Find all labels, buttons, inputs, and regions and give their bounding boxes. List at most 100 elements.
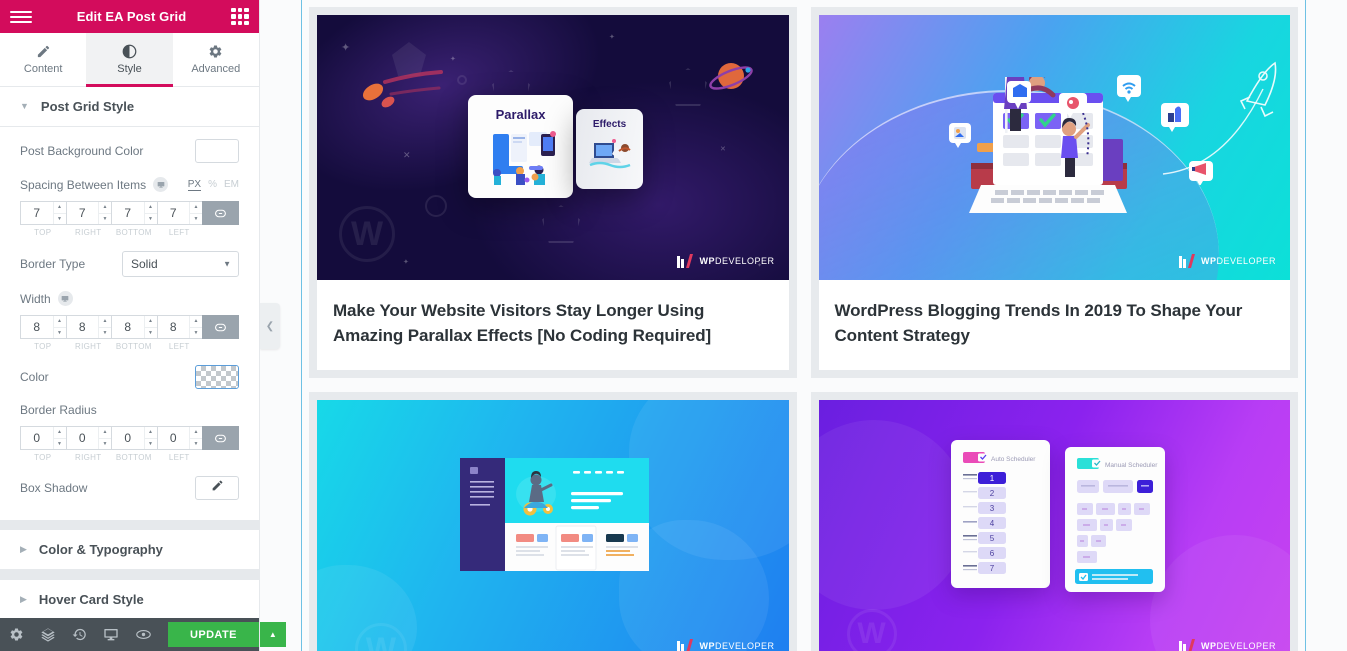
radius-bottom-stepper[interactable]: ▲ ▼ (143, 427, 157, 450)
tab-advanced[interactable]: Advanced (173, 33, 259, 86)
apps-grid-icon[interactable] (231, 7, 249, 26)
stepper-up-icon[interactable]: ▲ (53, 316, 66, 328)
stepper-up-icon[interactable]: ▲ (144, 427, 157, 439)
history-icon[interactable] (72, 627, 87, 642)
spacing-bottom-input[interactable] (112, 202, 144, 224)
post-thumbnail[interactable]: W WPDEVELOPER (317, 400, 789, 651)
stepper-up-icon[interactable]: ▲ (190, 427, 202, 439)
tab-style[interactable]: Style (86, 33, 173, 87)
section-color-typography[interactable]: ▶ Color & Typography (0, 530, 259, 570)
post-title[interactable]: WordPress Blogging Trends In 2019 To Sha… (835, 298, 1275, 348)
width-top-input[interactable] (21, 316, 53, 338)
stepper-down-icon[interactable]: ▼ (99, 328, 111, 339)
spacing-right-input[interactable] (66, 202, 98, 224)
stepper-up-icon[interactable]: ▲ (190, 202, 202, 214)
stepper-up-icon[interactable]: ▲ (144, 316, 157, 328)
post-thumbnail[interactable]: W ✦ ✦ ✦ ✕ ✕ ✦ ✦ Parallax Effects WPDEVEL… (317, 15, 789, 280)
label-left: LEFT (168, 342, 190, 351)
radius-left-stepper[interactable]: ▲ ▼ (189, 427, 202, 449)
wpdeveloper-logo-icon (1178, 639, 1195, 651)
spacing-unit-switcher[interactable]: PX % EM (187, 179, 239, 191)
stepper-up-icon[interactable]: ▲ (99, 316, 111, 328)
unit-em[interactable]: EM (224, 179, 239, 190)
radius-top-input[interactable] (21, 427, 53, 449)
responsive-device-icon[interactable] (153, 177, 169, 192)
stepper-up-icon[interactable]: ▲ (99, 427, 111, 439)
box-shadow-edit-button[interactable] (195, 476, 239, 500)
chevron-right-icon: ▶ (20, 544, 27, 554)
stepper-down-icon[interactable]: ▼ (54, 439, 66, 450)
spacing-left-input[interactable] (157, 202, 189, 224)
label-top: TOP (34, 453, 52, 462)
radius-link-values-icon[interactable] (202, 426, 239, 450)
post-title[interactable]: Make Your Website Visitors Stay Longer U… (333, 298, 773, 348)
stepper-down-icon[interactable]: ▼ (190, 328, 202, 339)
manual-scheduler-graphic: Manual Scheduler (1074, 458, 1158, 585)
width-bottom-input[interactable] (112, 316, 144, 338)
preview-eye-icon[interactable] (135, 626, 152, 643)
stepper-down-icon[interactable]: ▼ (190, 214, 202, 225)
post-card[interactable]: W Auto Scheduler 1 2 3 4 5 6 7 Manual Sc… (810, 392, 1298, 651)
label-left: LEFT (168, 228, 190, 237)
spacing-bottom-stepper[interactable]: ▲ ▼ (143, 202, 157, 225)
spacing-link-values-icon[interactable] (202, 201, 239, 225)
stepper-down-icon[interactable]: ▼ (145, 439, 157, 450)
width-top-stepper[interactable]: ▲ ▼ (52, 316, 66, 339)
stepper-up-icon[interactable]: ▲ (144, 202, 157, 214)
radius-bottom-input[interactable] (112, 427, 144, 449)
stepper-down-icon[interactable]: ▼ (99, 214, 111, 225)
unit-px[interactable]: PX (187, 179, 202, 191)
sidebar-scroll-area[interactable]: ▼ Post Grid Style Post Background Color … (0, 87, 259, 618)
responsive-device-icon[interactable] (57, 291, 73, 306)
chat-bubbles-decoration (948, 75, 1213, 185)
stepper-up-icon[interactable]: ▲ (190, 316, 202, 328)
stepper-up-icon[interactable]: ▲ (53, 202, 66, 214)
control-spacing-between-items: Spacing Between Items PX % EM 7 ▲ ▼ 7 ▲ … (20, 177, 239, 237)
layers-icon[interactable] (40, 627, 56, 643)
post-thumbnail[interactable]: W Auto Scheduler 1 2 3 4 5 6 7 Manual Sc… (818, 400, 1290, 651)
width-right-stepper[interactable]: ▲ ▼ (98, 316, 111, 338)
radius-left-input[interactable] (157, 427, 189, 449)
update-options-chevron-up-icon[interactable]: ▲ (259, 622, 286, 647)
radius-top-stepper[interactable]: ▲ ▼ (52, 427, 66, 450)
post-card[interactable]: W ✦ ✦ ✦ ✕ ✕ ✦ ✦ Parallax Effects WPDEVEL… (309, 7, 797, 379)
stepper-down-icon[interactable]: ▼ (54, 214, 66, 225)
update-button[interactable]: UPDATE (168, 622, 259, 647)
post-thumbnail[interactable]: WPDEVELOPER (818, 15, 1290, 280)
control-border-radius: Border Radius ▲▼ ▲▼ ▲▼ (20, 403, 239, 462)
stepper-down-icon[interactable]: ▼ (190, 439, 202, 450)
border-color-swatch[interactable] (195, 365, 239, 389)
gear-icon[interactable] (9, 627, 24, 642)
radius-right-stepper[interactable]: ▲ ▼ (98, 427, 111, 449)
spacing-top-stepper[interactable]: ▲ ▼ (52, 202, 66, 225)
post-background-color-swatch[interactable] (195, 139, 239, 163)
width-left-stepper[interactable]: ▲ ▼ (189, 316, 202, 338)
post-card[interactable]: W WPDEVELOPER (309, 392, 797, 651)
spacing-top-input[interactable] (21, 202, 53, 224)
stepper-down-icon[interactable]: ▼ (145, 328, 157, 339)
tab-content[interactable]: Content (0, 33, 86, 86)
stepper-down-icon[interactable]: ▼ (145, 214, 157, 225)
width-bottom-stepper[interactable]: ▲ ▼ (143, 316, 157, 339)
width-left-input[interactable] (157, 316, 189, 338)
post-grid-widget[interactable]: W ✦ ✦ ✦ ✕ ✕ ✦ ✦ Parallax Effects WPDEVEL… (302, 0, 1305, 651)
spacing-left-stepper[interactable]: ▲ ▼ (189, 202, 202, 224)
width-right-input[interactable] (66, 316, 98, 338)
section-hover-card-style[interactable]: ▶ Hover Card Style (0, 580, 259, 618)
radius-right-input[interactable] (66, 427, 98, 449)
stepper-down-icon[interactable]: ▼ (54, 328, 66, 339)
manual-scheduler-panel: Manual Scheduler (1064, 447, 1165, 593)
post-card[interactable]: WPDEVELOPER WordPress Blogging Trends In… (810, 7, 1298, 379)
spacing-right-stepper[interactable]: ▲ ▼ (98, 202, 111, 224)
responsive-monitor-icon[interactable] (103, 627, 119, 643)
stepper-up-icon[interactable]: ▲ (99, 202, 111, 214)
star-decoration: ✦ (403, 259, 409, 266)
hamburger-icon[interactable] (10, 10, 32, 23)
unit-percent[interactable]: % (208, 179, 217, 190)
stepper-down-icon[interactable]: ▼ (99, 439, 111, 450)
border-type-select[interactable]: Solid (122, 251, 239, 277)
panel-collapse-handle[interactable]: ❮ (260, 303, 280, 349)
stepper-up-icon[interactable]: ▲ (53, 427, 66, 439)
width-link-values-icon[interactable] (202, 315, 239, 339)
section-post-grid-style[interactable]: ▼ Post Grid Style (0, 87, 259, 127)
